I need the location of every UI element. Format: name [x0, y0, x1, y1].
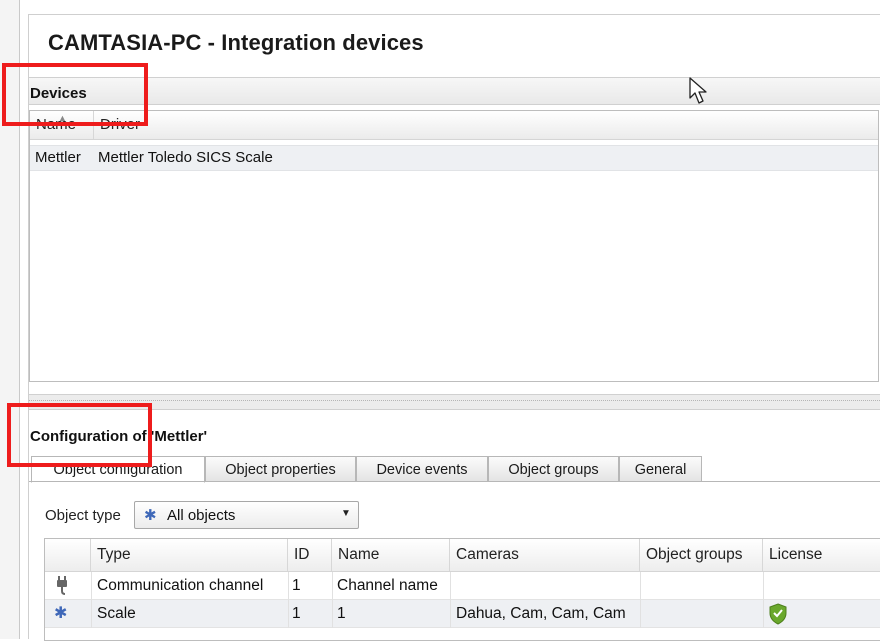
objects-grid-header: Type ID Name Cameras Object groups Licen…	[45, 539, 880, 572]
object-name-cell: 1	[337, 605, 346, 622]
object-type-label: Object type	[45, 507, 121, 524]
tab-object-groups[interactable]: Object groups	[488, 456, 619, 482]
column-header-id[interactable]: ID	[288, 539, 332, 571]
object-groups-cell	[646, 572, 761, 600]
devices-grid-header: Name ▲ Driver	[30, 111, 878, 140]
column-header-object-groups[interactable]: Object groups	[640, 539, 763, 571]
object-type-cell: Scale	[97, 605, 136, 622]
grid-line	[91, 600, 92, 628]
tab-general[interactable]: General	[619, 456, 702, 482]
grid-line	[332, 600, 333, 628]
devices-grid[interactable]: Name ▲ Driver Mettler Mettler Toledo SIC…	[29, 110, 879, 382]
shield-check-icon	[767, 600, 797, 628]
object-cameras-cell: Dahua, Cam, Cam, Cam	[456, 605, 626, 622]
column-header-license[interactable]: License	[763, 539, 880, 571]
pane-splitter[interactable]	[29, 394, 880, 410]
object-type-cell: Communication channel	[97, 577, 264, 594]
device-name-cell: Mettler	[35, 149, 81, 166]
splitter-grip	[29, 400, 880, 403]
tab-object-properties[interactable]: Object properties	[205, 456, 356, 482]
tab-strip-baseline	[29, 481, 880, 482]
object-name-cell: Channel name	[337, 577, 438, 594]
object-row-communication-channel[interactable]: Communication channel 1 Channel name	[45, 572, 880, 600]
chevron-down-icon: ▼	[341, 508, 351, 519]
grid-line	[640, 572, 641, 600]
grid-line	[91, 572, 92, 600]
highlight-box-devices	[2, 63, 148, 126]
window-title: CAMTASIA-PC - Integration devices	[48, 30, 424, 55]
grid-line	[450, 572, 451, 600]
column-header-type[interactable]: Type	[91, 539, 288, 571]
column-header-icon[interactable]	[45, 539, 91, 571]
object-row-scale[interactable]: ✱ Scale 1 1 Dahua, Cam, Cam, Cam	[45, 600, 880, 628]
device-driver-cell: Mettler Toledo SICS Scale	[98, 149, 273, 166]
object-id-cell: 1	[292, 577, 301, 594]
object-id-cell: 1	[292, 605, 301, 622]
grid-line	[640, 600, 641, 628]
column-header-name[interactable]: Name	[332, 539, 450, 571]
object-type-selected-value: All objects	[167, 507, 236, 524]
column-header-cameras[interactable]: Cameras	[450, 539, 640, 571]
puzzle-icon: ✱	[144, 507, 157, 524]
mouse-cursor-icon	[689, 77, 707, 104]
object-groups-cell	[646, 600, 761, 628]
grid-line	[288, 600, 289, 628]
frame-border-top	[28, 14, 880, 15]
device-row[interactable]: Mettler Mettler Toledo SICS Scale	[30, 145, 878, 171]
column-header-driver[interactable]: Driver	[94, 111, 878, 139]
puzzle-icon: ✱	[54, 605, 68, 622]
tab-device-events[interactable]: Device events	[356, 456, 488, 482]
grid-line	[288, 572, 289, 600]
objects-grid[interactable]: Type ID Name Cameras Object groups Licen…	[44, 538, 880, 641]
plug-icon	[53, 572, 79, 600]
grid-line	[763, 600, 764, 628]
object-cameras-cell	[456, 572, 638, 600]
grid-line	[763, 572, 764, 600]
grid-line	[450, 600, 451, 628]
highlight-box-configuration	[7, 403, 152, 467]
devices-section-header	[29, 77, 880, 105]
object-type-dropdown[interactable]: ✱ All objects ▼	[134, 501, 359, 529]
grid-line	[332, 572, 333, 600]
